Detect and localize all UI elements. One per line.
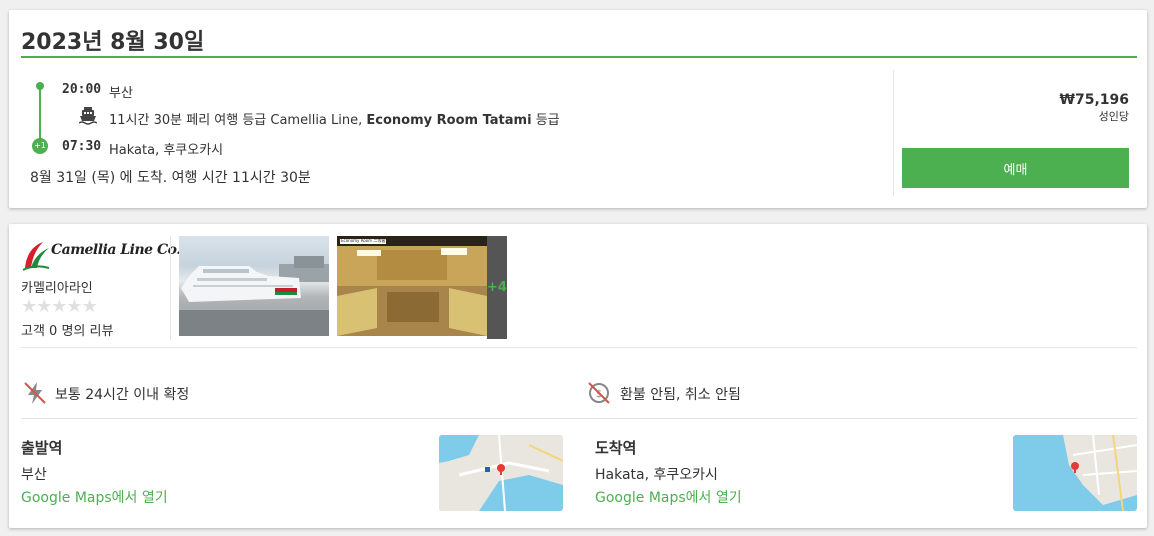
star-icon: ★	[81, 296, 98, 317]
refund-policy-text: 환불 안됨, 취소 안됨	[620, 387, 741, 403]
arrival-map-thumbnail[interactable]	[1013, 435, 1137, 511]
trip-description: 11시간 30분 페리 여행 등급 Camellia Line, Economy…	[109, 109, 560, 128]
title-divider	[21, 56, 1137, 58]
star-icon: ★	[51, 296, 67, 317]
star-icon: ★	[66, 296, 82, 317]
departure-time: 20:00	[62, 82, 102, 97]
class-name: Economy Room Tatami	[366, 113, 532, 128]
no-instant-confirm-icon	[22, 380, 48, 406]
star-icon: ★	[36, 296, 52, 317]
ship-photo[interactable]	[179, 236, 329, 336]
arrival-station-name: Hakata, 후쿠오카시	[595, 467, 718, 483]
operator-card: Camellia Line Co.,Ltd. 카멜리아라인 ★★★★★ 고객 0…	[9, 224, 1147, 528]
arrival-summary: 8월 31일 (목) 에 도착. 여행 시간 11시간 30분	[30, 170, 311, 186]
per-person-label: 성인당	[1098, 110, 1129, 123]
arrival-time: 07:30	[62, 139, 102, 154]
room-photo[interactable]: Economy Room 二等客室	[337, 236, 487, 336]
trip-date-title: 2023년 8월 30일	[21, 30, 205, 55]
book-button[interactable]: 예매	[902, 148, 1129, 188]
operator-name: 카멜리아라인	[21, 281, 93, 296]
arrival-place: Hakata, 후쿠오카시	[109, 143, 224, 158]
review-count[interactable]: 고객 0 명의 리뷰	[21, 320, 113, 339]
operator-logo: Camellia Line Co.,Ltd.	[21, 238, 214, 272]
confirmation-text: 보통 24시간 이내 확정	[55, 387, 190, 403]
section-divider	[21, 347, 1137, 348]
price-divider	[893, 70, 894, 196]
ship-icon	[78, 106, 98, 126]
rating-stars: ★★★★★	[21, 296, 98, 317]
departure-place: 부산	[109, 86, 133, 101]
star-icon: ★	[21, 296, 37, 317]
price: ₩75,196	[1059, 92, 1129, 108]
departure-dot	[36, 82, 44, 90]
room-photo-caption: Economy Room 二等客室	[341, 238, 390, 243]
arrival-maps-link[interactable]: Google Maps에서 열기	[595, 487, 742, 507]
next-day-badge: +1	[32, 138, 48, 154]
duration-text: 11시간 30분 페리 여행 등급 Camellia Line,	[109, 113, 363, 128]
departure-maps-link[interactable]: Google Maps에서 열기	[21, 487, 168, 507]
departure-station-name: 부산	[21, 467, 47, 483]
departure-station-title: 출발역	[21, 439, 63, 457]
section-divider	[21, 418, 1137, 419]
no-refund-icon: $	[586, 380, 612, 406]
arrival-station-title: 도착역	[595, 439, 637, 457]
trip-card: 2023년 8월 30일 +1 20:00 부산 11시간 30분 페리 여행 …	[9, 10, 1147, 208]
departure-map-thumbnail[interactable]	[439, 435, 563, 511]
logo-divider	[170, 236, 171, 340]
class-suffix: 등급	[535, 113, 560, 128]
timeline-line	[39, 86, 41, 144]
more-photos-badge[interactable]: +4	[487, 236, 507, 339]
